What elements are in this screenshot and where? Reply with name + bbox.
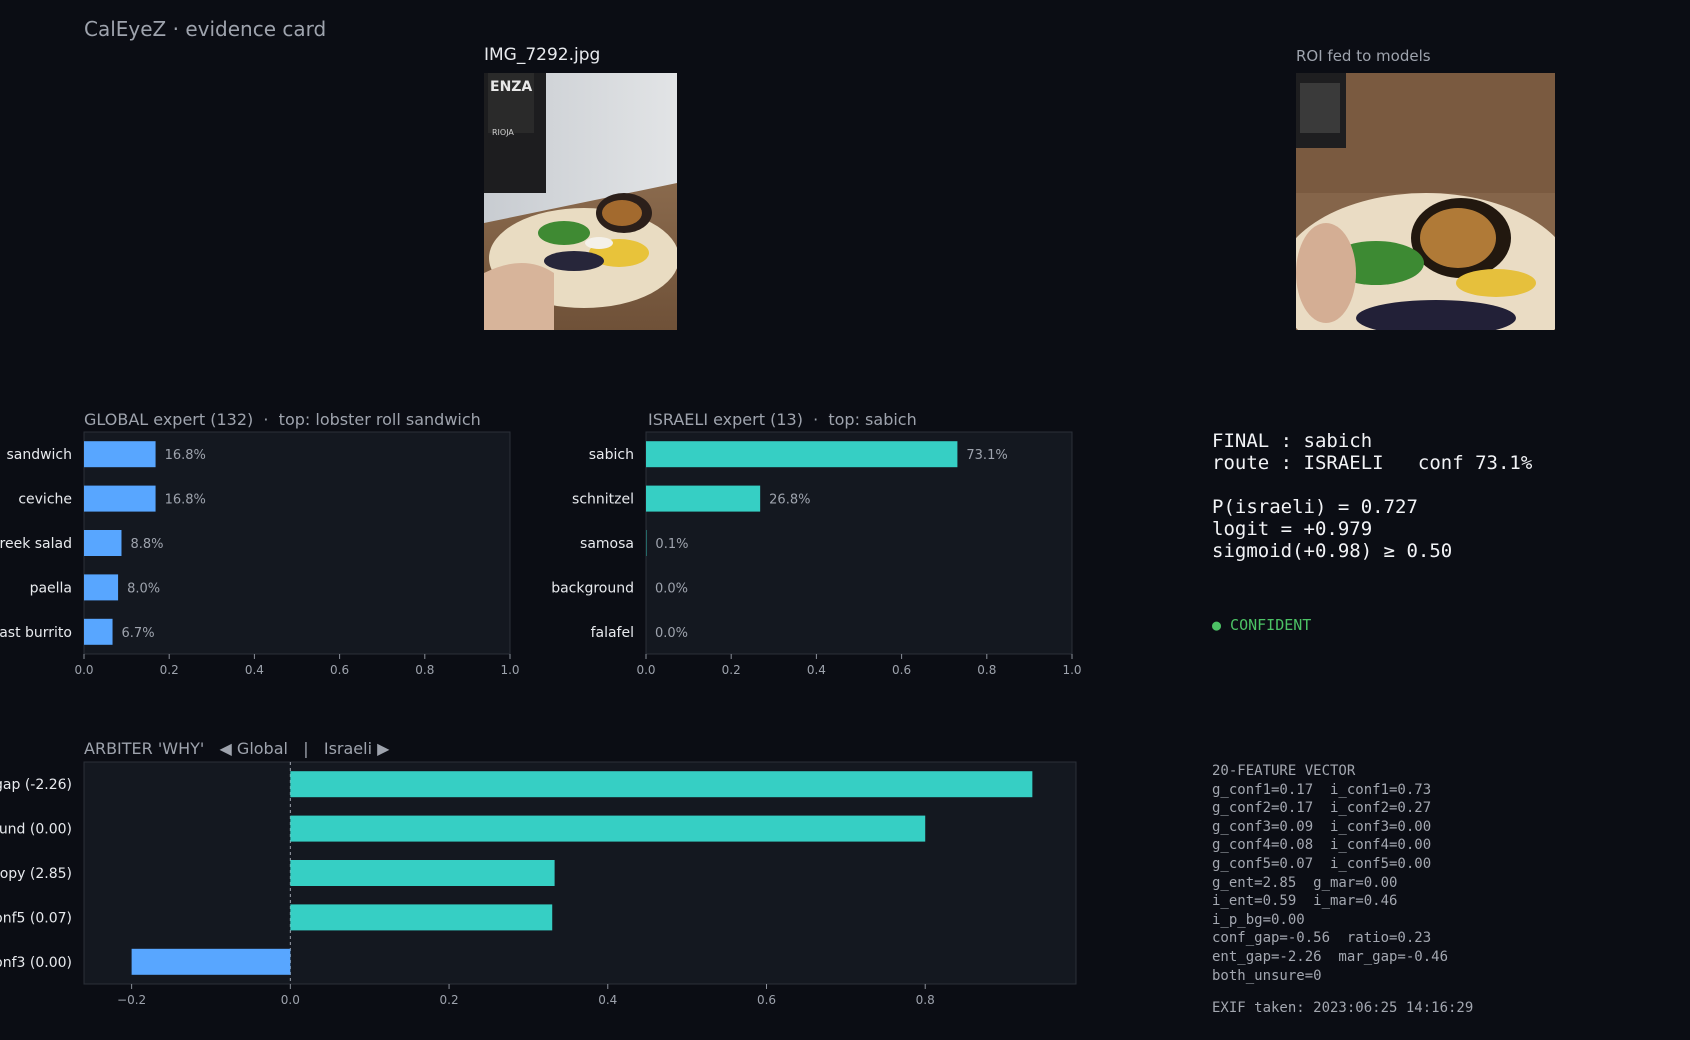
arbiter-tick-label: 0.4 [598, 993, 617, 1007]
arbiter-chart-title: ARBITER 'WHY' ◀ Global | Israeli ▶ [84, 739, 390, 758]
global-tick-label: 0.8 [415, 663, 434, 677]
confidence-status: ● CONFIDENT [1212, 616, 1312, 634]
svg-text:RIOJA: RIOJA [492, 128, 514, 137]
israeli-tick-label: 0.0 [636, 663, 655, 677]
global-category-label: sandwich [6, 447, 72, 463]
israeli-value-label: 0.0% [655, 626, 688, 641]
global-chart-title: GLOBAL expert (132) · top: lobster roll … [84, 410, 481, 429]
israeli-bar [646, 485, 761, 512]
israeli-category-label: schnitzel [572, 492, 634, 508]
arbiter-bar [290, 860, 555, 886]
arbiter-tick-label: 0.0 [281, 993, 300, 1007]
israeli-tick-label: 0.2 [722, 663, 741, 677]
page-title: CalEyeZ · evidence card [84, 17, 327, 41]
arbiter-tick-label: 0.2 [440, 993, 459, 1007]
roi-photo [1296, 73, 1555, 330]
global-bar [84, 530, 122, 556]
arbiter-bar [131, 948, 291, 975]
israeli-tick-label: 0.4 [807, 663, 826, 677]
global-tick-label: 0.4 [245, 663, 264, 677]
israeli-value-label: 0.0% [655, 581, 688, 596]
global-bar [84, 618, 113, 645]
global-tick-label: 0.2 [160, 663, 179, 677]
global-category-label: ast burrito [0, 625, 72, 641]
israeli-category-label: sabich [589, 447, 634, 463]
arbiter-category-label: onf3 (0.00) [0, 955, 72, 971]
global-bar [84, 441, 156, 468]
israeli-value-label: 73.1% [966, 448, 1007, 463]
israeli-category-label: background [551, 580, 634, 596]
roi-label: ROI fed to models [1296, 47, 1431, 65]
israeli-tick-label: 0.8 [977, 663, 996, 677]
israeli-chart-title: ISRAELI expert (13) · top: sabich [648, 410, 917, 429]
arbiter-tick-label: −0.2 [117, 993, 146, 1007]
global-bar [84, 485, 156, 512]
global-value-label: 16.8% [165, 448, 206, 463]
image-filename: IMG_7292.jpg [484, 45, 601, 65]
arbiter-bar [290, 904, 553, 931]
food-photo: ENZA RIOJA [484, 73, 677, 330]
global-bar [84, 574, 119, 601]
global-value-label: 6.7% [122, 626, 155, 641]
israeli-tick-label: 0.6 [892, 663, 911, 677]
israeli-value-label: 0.1% [655, 537, 688, 552]
global-value-label: 16.8% [165, 493, 206, 508]
israeli-category-label: falafel [591, 625, 634, 641]
israeli-value-label: 26.8% [769, 493, 810, 508]
global-category-label: paella [30, 580, 72, 596]
global-category-label: ceviche [18, 492, 72, 508]
arbiter-bar [290, 815, 926, 842]
arbiter-category-label: onf5 (0.07) [0, 910, 72, 926]
global-expert-chart: 0.0 0.2 0.4 0.6 0.8 1.0 sandwich 16.8% ceviche 16… [0, 431, 520, 677]
arbiter-category-label: gap (-2.26) [0, 777, 72, 793]
israeli-tick-label: 1.0 [1062, 663, 1081, 677]
israeli-expert-chart: 0.0 0.2 0.4 0.6 0.8 1.0 sabich 73.1% schnitzel 26… [551, 431, 1082, 677]
exif-timestamp: EXIF taken: 2023:06:25 14:16:29 [1212, 1000, 1474, 1016]
svg-text:ENZA: ENZA [490, 79, 532, 95]
global-tick-label: 0.6 [330, 663, 349, 677]
global-category-label: reek salad [0, 536, 72, 552]
arbiter-bar [290, 771, 1033, 798]
arbiter-tick-label: 0.6 [757, 993, 776, 1007]
feature-vector-text: 20-FEATURE VECTOR g_conf1=0.17 i_conf1=0… [1212, 763, 1449, 984]
global-value-label: 8.8% [130, 537, 163, 552]
arbiter-chart: −0.2 0.0 0.2 0.4 0.6 0.8 gap (-2.26) und (0.00)… [0, 761, 1077, 1007]
final-decision-text: FINAL : sabich route : ISRAELI conf 73.1… [1212, 430, 1533, 562]
global-tick-label: 1.0 [500, 663, 519, 677]
global-tick-label: 0.0 [74, 663, 93, 677]
arbiter-category-label: ropy (2.85) [0, 866, 72, 882]
arbiter-tick-label: 0.8 [916, 993, 935, 1007]
global-value-label: 8.0% [127, 581, 160, 596]
israeli-category-label: samosa [580, 536, 634, 552]
arbiter-category-label: und (0.00) [0, 822, 72, 838]
israeli-bar [646, 441, 958, 468]
